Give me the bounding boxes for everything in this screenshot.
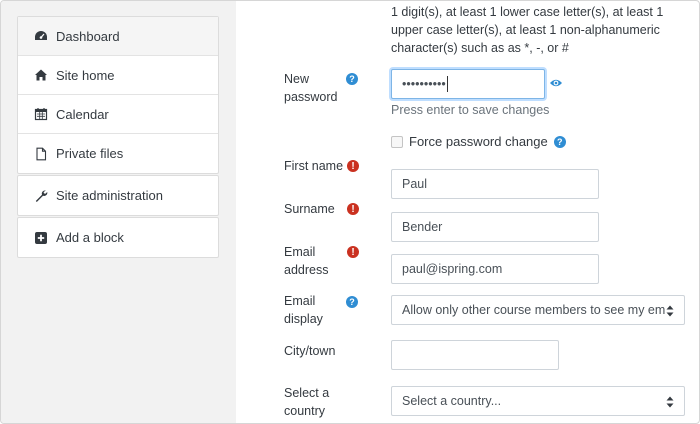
add-a-block-button[interactable]: Add a block bbox=[18, 218, 218, 257]
file-icon bbox=[34, 147, 48, 161]
select-value: Select a country... bbox=[402, 394, 502, 408]
edit-profile-form: 1 digit(s), at least 1 lower case letter… bbox=[236, 1, 699, 423]
sidebar: Dashboard Site home Calendar Private fil… bbox=[1, 1, 236, 423]
city-label: City/town bbox=[284, 342, 344, 360]
label-line: City/town bbox=[284, 344, 336, 358]
nav-item-site-administration[interactable]: Site administration bbox=[18, 176, 218, 215]
input-value: Bender bbox=[402, 220, 443, 234]
select-arrows-icon bbox=[666, 396, 674, 408]
help-icon[interactable]: ? bbox=[553, 135, 566, 148]
nav-item-label: Site home bbox=[56, 67, 115, 83]
nav-item-label: Calendar bbox=[56, 106, 109, 122]
email-label: Email address bbox=[284, 243, 344, 279]
city-input[interactable] bbox=[391, 340, 559, 370]
nav-item-label: Site administration bbox=[56, 188, 163, 203]
dashboard-icon bbox=[34, 29, 48, 43]
admin-block: Site administration bbox=[17, 175, 219, 216]
surname-label: Surname bbox=[284, 200, 344, 218]
eye-icon[interactable] bbox=[549, 76, 563, 90]
required-icon: ! bbox=[347, 160, 359, 172]
label-line: display bbox=[284, 312, 323, 326]
hint-line: 1 digit(s), at least 1 lower case letter… bbox=[391, 5, 664, 19]
label-line: address bbox=[284, 263, 329, 277]
force-password-change-checkbox[interactable] bbox=[391, 135, 403, 148]
help-icon[interactable]: ? bbox=[346, 296, 358, 308]
nav-item-label: Private files bbox=[56, 146, 124, 161]
page-frame: Dashboard Site home Calendar Private fil… bbox=[0, 0, 700, 424]
password-value: •••••••••• bbox=[402, 77, 446, 91]
country-select[interactable]: Select a country... bbox=[391, 386, 685, 416]
navigation-block: Dashboard Site home Calendar Private fil… bbox=[17, 16, 219, 174]
plus-square-icon bbox=[34, 231, 48, 245]
force-password-change-label[interactable]: Force password change bbox=[409, 134, 548, 149]
input-value: paul@ispring.com bbox=[402, 262, 503, 276]
nav-item-private-files[interactable]: Private files bbox=[18, 134, 218, 173]
country-label: Select a country bbox=[284, 384, 344, 420]
force-password-change-row: Force password change ? bbox=[391, 134, 566, 149]
first-name-label: First name bbox=[284, 157, 344, 175]
new-password-label: New password bbox=[284, 70, 344, 106]
hint-line: character(s) such as as *, -, or # bbox=[391, 41, 569, 55]
required-icon: ! bbox=[347, 203, 359, 215]
text-caret bbox=[446, 76, 448, 92]
nav-item-label: Add a block bbox=[56, 230, 124, 245]
email-display-label: Email display bbox=[284, 292, 344, 328]
label-line: New bbox=[284, 72, 310, 86]
email-input[interactable]: paul@ispring.com bbox=[391, 254, 599, 284]
password-policy-hint: 1 digit(s), at least 1 lower case letter… bbox=[391, 3, 699, 57]
nav-item-calendar[interactable]: Calendar bbox=[18, 95, 218, 134]
input-value: Paul bbox=[402, 177, 428, 191]
home-icon bbox=[34, 68, 48, 82]
nav-item-site-home[interactable]: Site home bbox=[18, 56, 218, 95]
label-line: Email bbox=[284, 294, 316, 308]
select-value: Allow only other course members to see m… bbox=[402, 303, 666, 317]
save-changes-note: Press enter to save changes bbox=[391, 103, 550, 117]
label-line: password bbox=[284, 90, 338, 104]
required-icon: ! bbox=[347, 246, 359, 258]
label-line: First name bbox=[284, 159, 344, 173]
calendar-icon bbox=[34, 107, 48, 121]
nav-item-label: Dashboard bbox=[56, 28, 120, 44]
hint-line: upper case letter(s), at least 1 non-alp… bbox=[391, 23, 660, 37]
label-line: Email bbox=[284, 245, 316, 259]
label-line: country bbox=[284, 404, 325, 418]
surname-input[interactable]: Bender bbox=[391, 212, 599, 242]
add-block-card: Add a block bbox=[17, 217, 219, 258]
first-name-input[interactable]: Paul bbox=[391, 169, 599, 199]
wrench-icon bbox=[34, 189, 48, 203]
label-line: Select a bbox=[284, 386, 330, 400]
label-line: Surname bbox=[284, 202, 335, 216]
select-arrows-icon bbox=[666, 305, 674, 317]
help-icon[interactable]: ? bbox=[346, 73, 358, 85]
nav-item-dashboard[interactable]: Dashboard bbox=[18, 17, 218, 56]
new-password-input[interactable]: •••••••••• bbox=[391, 69, 545, 99]
email-display-select[interactable]: Allow only other course members to see m… bbox=[391, 295, 685, 325]
